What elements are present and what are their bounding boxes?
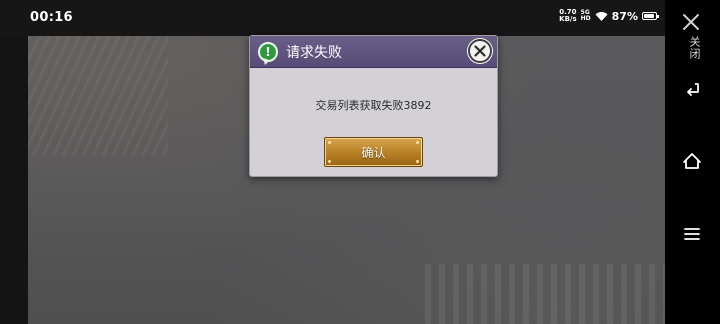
dialog-header: ! 请求失败	[250, 36, 497, 68]
dialog-title: 请求失败	[286, 44, 342, 61]
button-corner	[416, 160, 419, 163]
background-artwork-bottom	[425, 264, 665, 324]
close-button[interactable]	[468, 39, 492, 63]
close-icon[interactable]	[679, 12, 703, 36]
network-type-bottom: HD	[580, 15, 591, 22]
battery-fill	[644, 14, 654, 18]
status-icons: 0.70 KB/s 5G HD 87%	[559, 9, 659, 23]
button-corner	[328, 160, 331, 163]
back-icon[interactable]	[681, 79, 703, 101]
wifi-icon	[595, 11, 608, 21]
network-type: 5G HD	[581, 10, 591, 22]
button-corner	[328, 141, 331, 144]
alert-icon: !	[258, 41, 278, 62]
home-icon[interactable]	[681, 150, 703, 172]
battery-icon	[642, 12, 659, 20]
button-corner	[416, 141, 419, 144]
close-icon	[474, 45, 486, 57]
clock: 00:16	[30, 10, 73, 25]
error-dialog: ! 请求失败 交易列表获取失败3892 确认	[249, 35, 498, 177]
dialog-message: 交易列表获取失败3892	[315, 99, 432, 112]
nav-bar: 关闭	[665, 0, 720, 324]
network-speed: 0.70 KB/s	[559, 9, 576, 23]
network-speed-unit: KB/s	[559, 15, 577, 23]
battery-percent: 87%	[611, 9, 638, 23]
status-bar: 00:16 0.70 KB/s 5G HD 87%	[0, 0, 665, 36]
menu-icon[interactable]	[681, 223, 703, 245]
confirm-button[interactable]: 确认	[324, 137, 423, 167]
background-artwork	[28, 36, 168, 156]
close-label[interactable]: 关闭	[686, 36, 702, 60]
left-edge	[0, 36, 28, 324]
confirm-button-label: 确认	[361, 145, 386, 160]
